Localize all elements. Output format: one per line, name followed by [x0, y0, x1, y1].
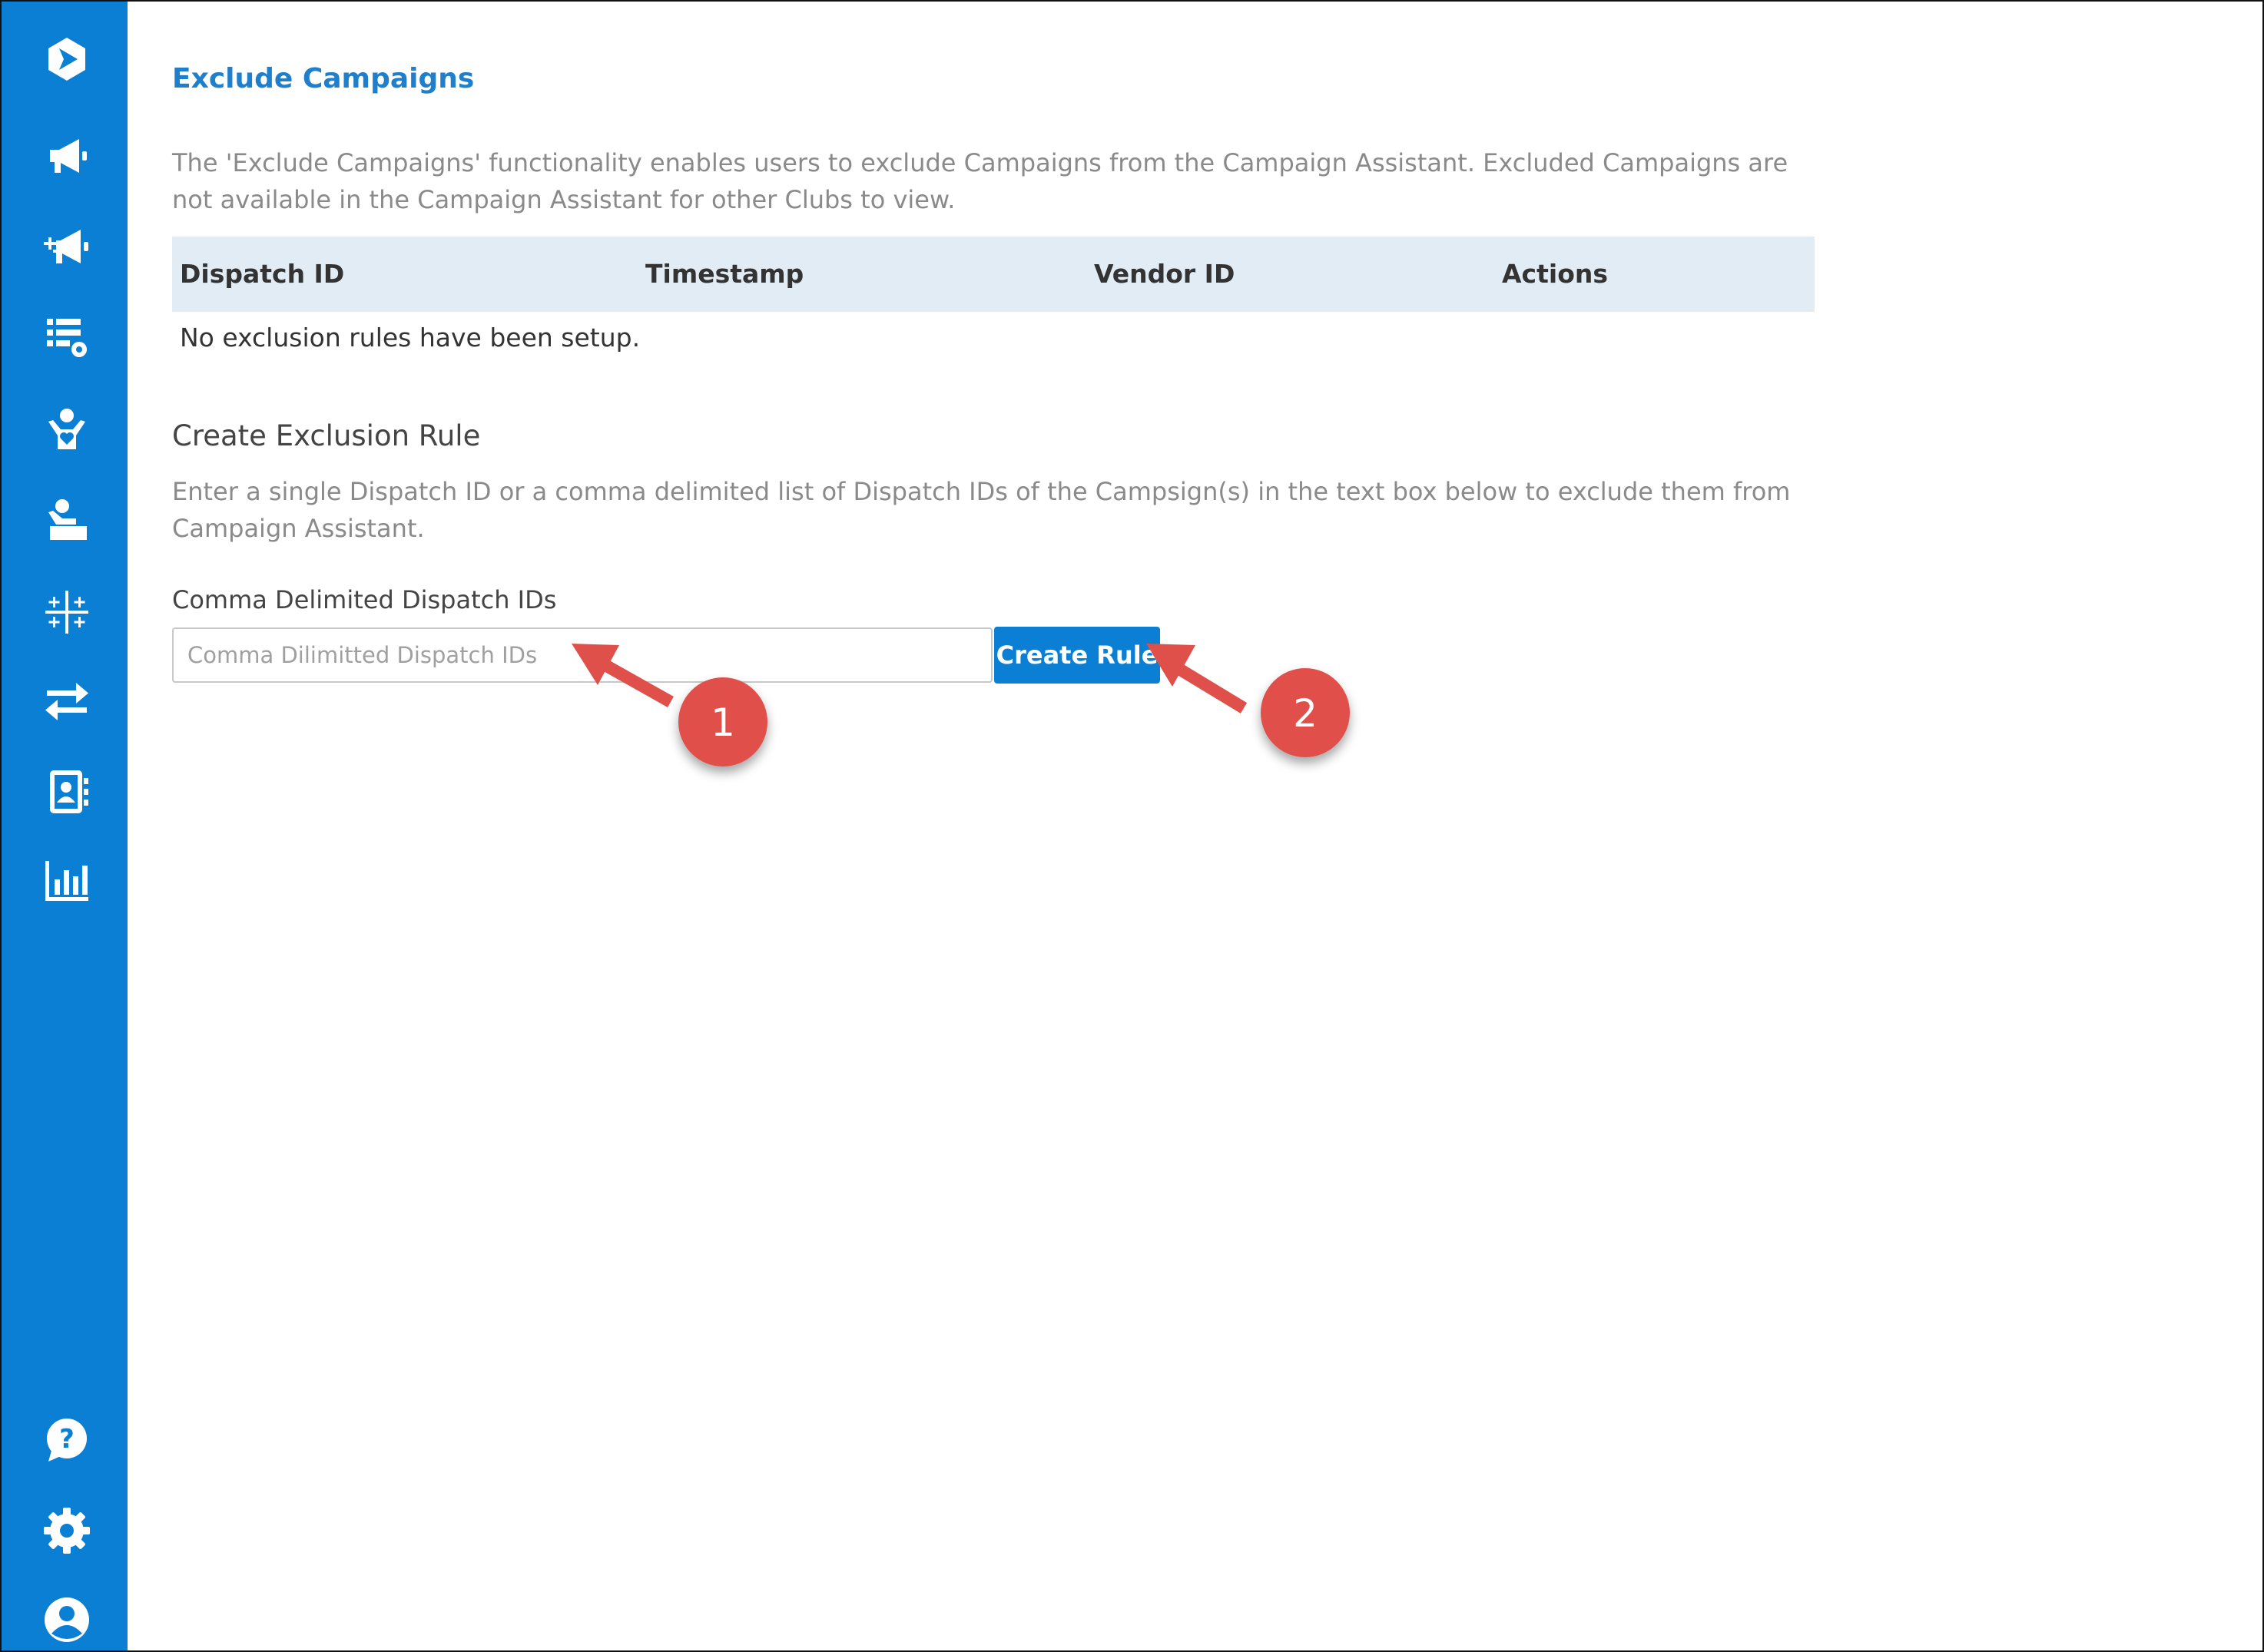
dispatch-ids-label: Comma Delimited Dispatch IDs — [172, 585, 557, 614]
megaphone-icon[interactable] — [40, 129, 94, 183]
exclusion-table-header: Dispatch ID Timestamp Vendor ID Actions — [172, 237, 1815, 312]
annotation-badge-2: 2 — [1261, 668, 1350, 757]
create-rule-instructions: Enter a single Dispatch ID or a comma de… — [172, 477, 1791, 543]
table-empty-message: No exclusion rules have been setup. — [180, 323, 641, 353]
page-description: The 'Exclude Campaigns' functionality en… — [172, 148, 1788, 214]
dispatch-ids-input[interactable] — [172, 627, 993, 683]
user-heart-icon[interactable] — [40, 402, 94, 456]
create-rule-title: Create Exclusion Rule — [172, 419, 481, 452]
sidebar: ? — [2, 2, 128, 1650]
create-rule-button[interactable]: Create Rule — [994, 627, 1160, 684]
page-title: Exclude Campaigns — [172, 63, 475, 94]
column-header-vendor-id: Vendor ID — [1094, 259, 1235, 289]
svg-text:2: 2 — [1293, 691, 1318, 736]
sparkle-grid-icon[interactable] — [40, 585, 94, 639]
gear-icon[interactable] — [40, 1504, 94, 1558]
user-profile-icon[interactable] — [40, 1593, 94, 1647]
transfer-arrows-icon[interactable] — [40, 674, 94, 728]
annotation-arrow-2 — [1146, 644, 1248, 713]
help-chat-icon[interactable]: ? — [40, 1413, 94, 1467]
user-desk-icon[interactable] — [40, 493, 94, 547]
column-header-timestamp: Timestamp — [645, 259, 804, 289]
column-header-dispatch-id: Dispatch ID — [180, 259, 345, 289]
list-settings-icon[interactable] — [40, 310, 94, 364]
column-header-actions: Actions — [1502, 259, 1608, 289]
contact-book-icon[interactable] — [40, 765, 94, 819]
megaphone-plus-icon[interactable] — [40, 220, 94, 273]
app-window: ? Exclude Campaigns The 'Exclude Campaig… — [0, 0, 2264, 1652]
app-logo-icon[interactable] — [40, 32, 94, 86]
svg-text:?: ? — [59, 1424, 75, 1455]
bar-chart-icon[interactable] — [40, 854, 94, 908]
main-content: Exclude Campaigns The 'Exclude Campaigns… — [128, 2, 2262, 1650]
svg-text:1: 1 — [711, 700, 735, 745]
annotation-badge-1: 1 — [678, 677, 767, 766]
